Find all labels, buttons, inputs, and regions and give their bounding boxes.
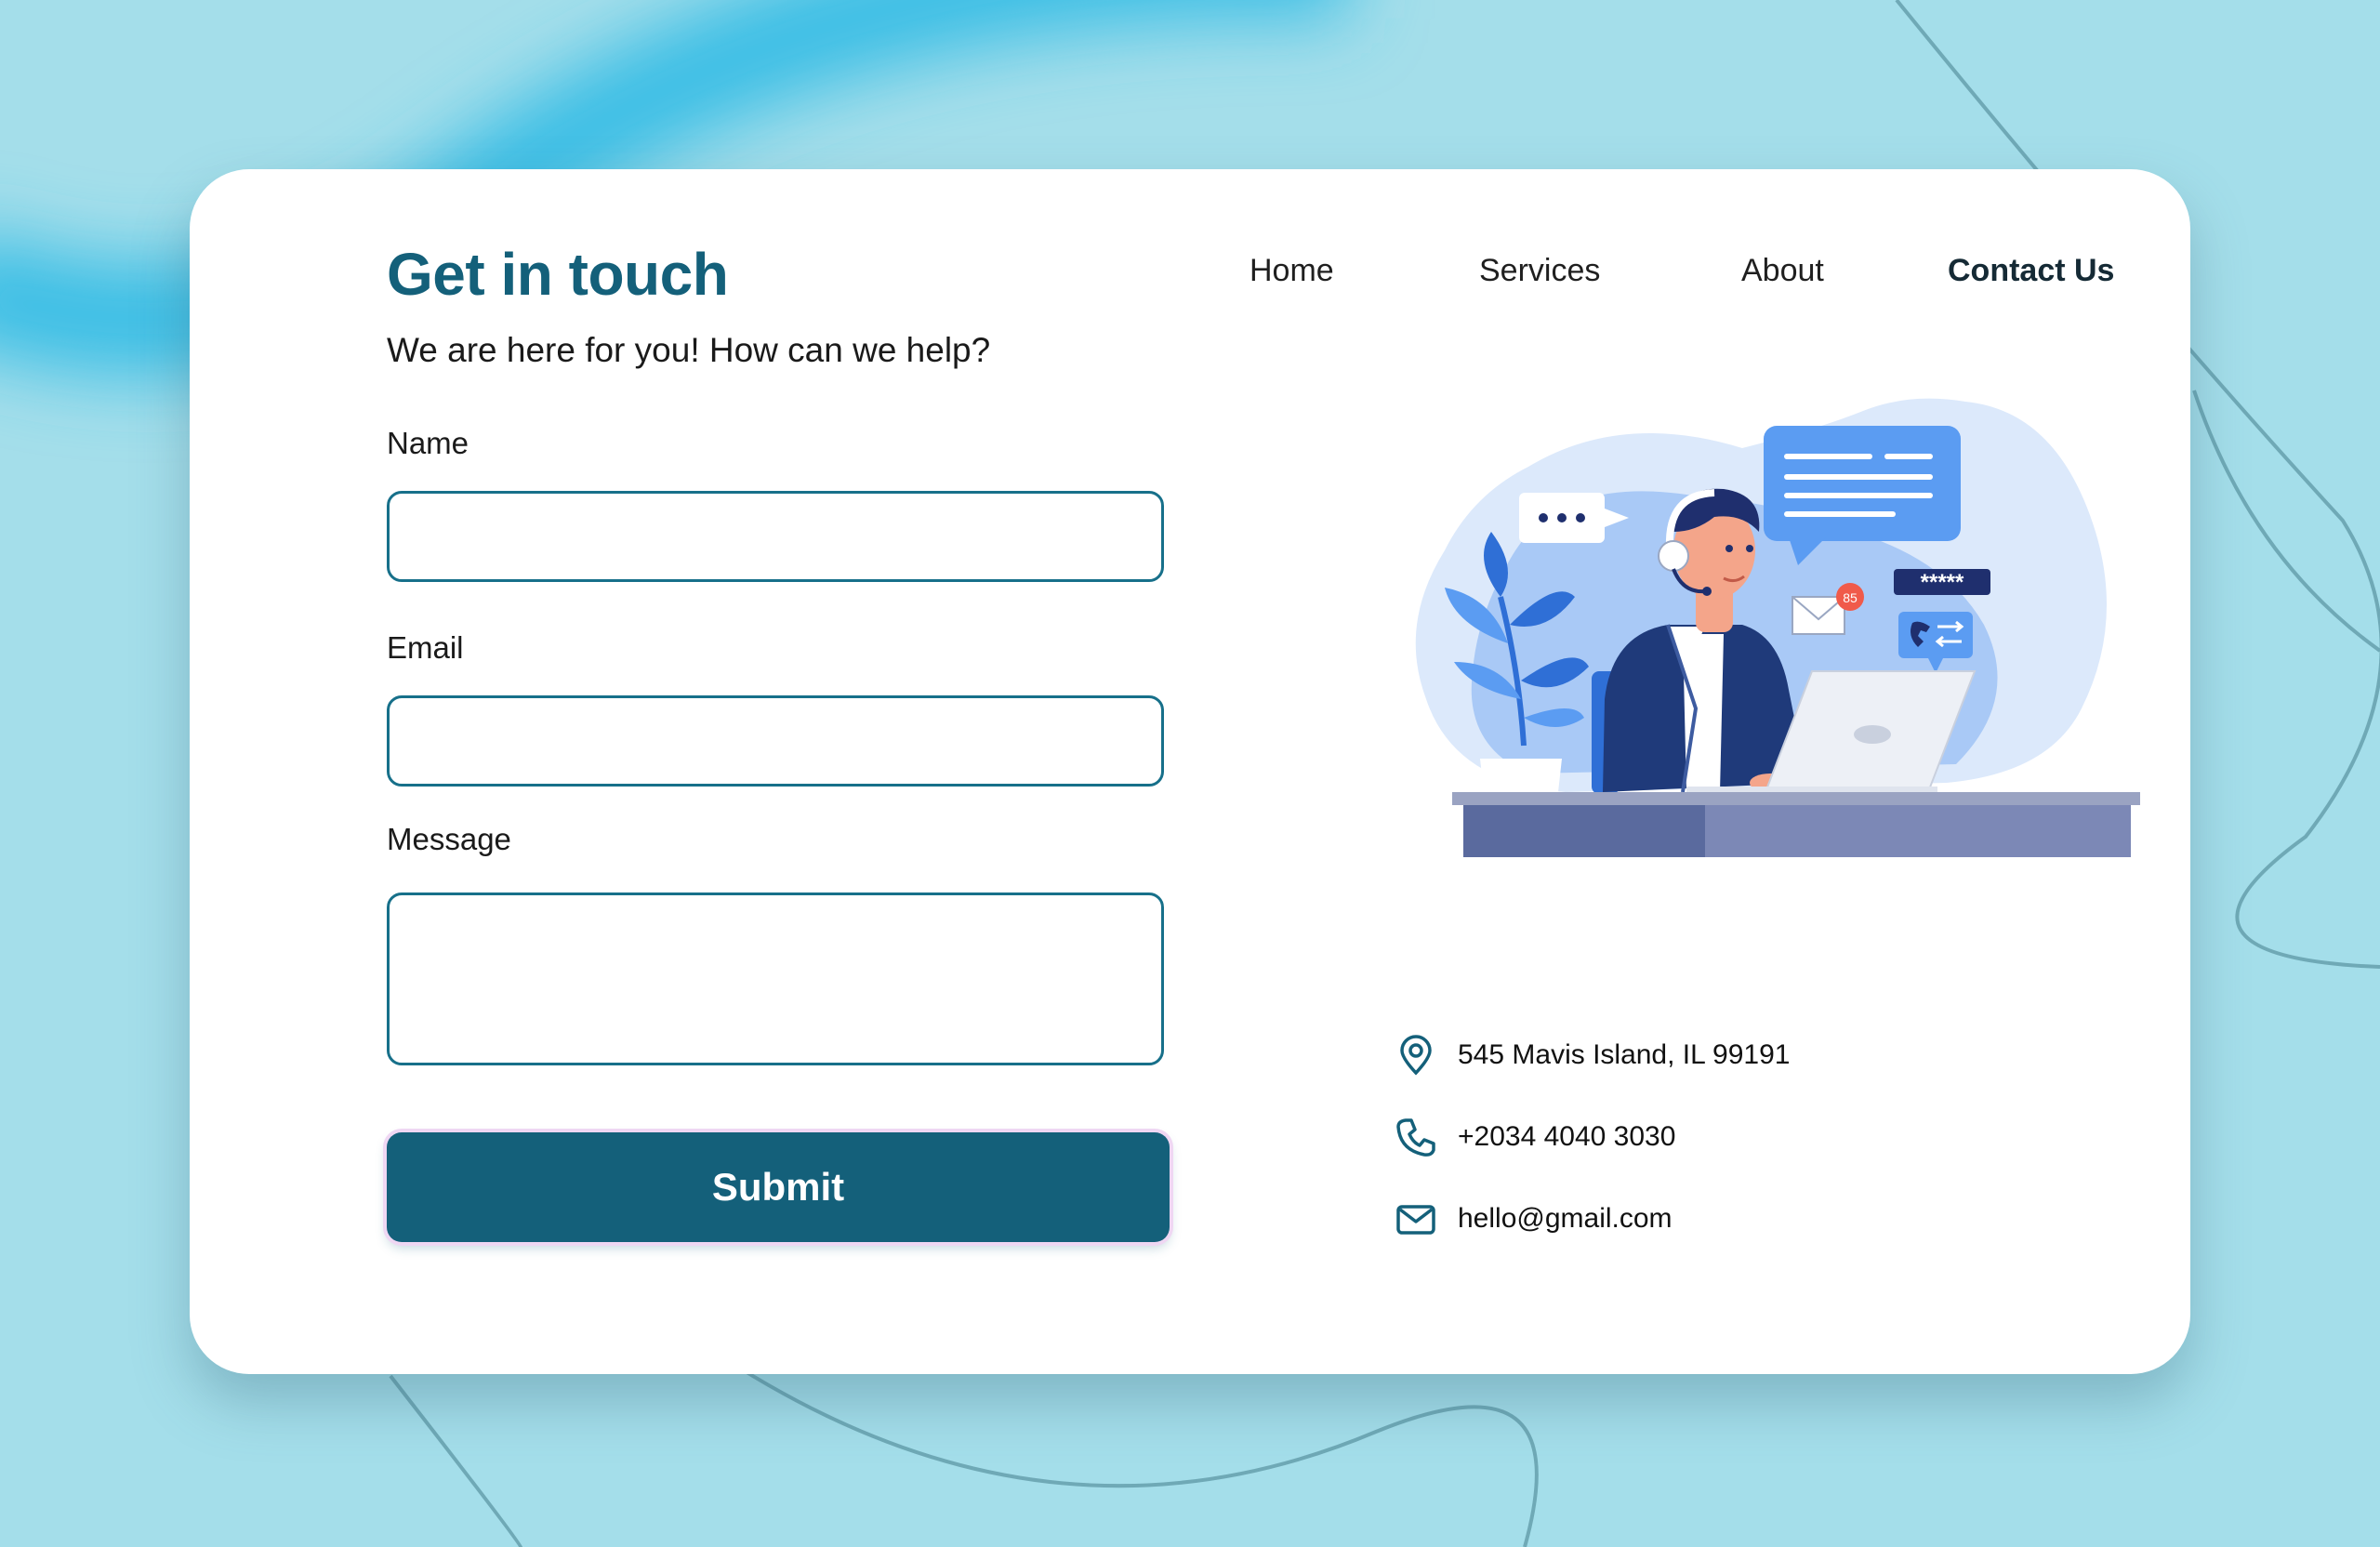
name-field[interactable] <box>387 491 1164 582</box>
email-field[interactable] <box>387 695 1164 787</box>
email-label: Email <box>387 630 464 665</box>
password-badge: ***** <box>1894 569 1990 595</box>
nav-item-contact-us[interactable]: Contact Us <box>1948 253 2114 289</box>
name-label: Name <box>387 426 469 460</box>
page-subtitle: We are here for you! How can we help? <box>387 331 991 369</box>
top-nav: Home Services About Contact Us <box>190 253 2190 309</box>
mail-icon <box>1396 1205 1435 1235</box>
nav-item-services[interactable]: Services <box>1479 253 1600 289</box>
location-pin-icon <box>1400 1035 1432 1076</box>
contact-email[interactable]: hello@gmail.com <box>1458 1203 1673 1235</box>
submit-button[interactable]: Submit <box>387 1132 1170 1242</box>
contact-phone[interactable]: +2034 4040 3030 <box>1458 1121 1675 1153</box>
support-agent-illustration: ***** 85 <box>1415 398 2140 857</box>
message-label: Message <box>387 822 511 856</box>
phone-icon <box>1396 1118 1435 1157</box>
message-field[interactable] <box>387 892 1164 1065</box>
password-mask-text: ***** <box>1921 570 1964 595</box>
notification-count: 85 <box>1843 590 1858 605</box>
desk-icon <box>1452 792 2140 857</box>
nav-item-about[interactable]: About <box>1741 253 1824 289</box>
contact-card: Get in touch We are here for you! How ca… <box>190 169 2190 1374</box>
nav-item-home[interactable]: Home <box>1250 253 1334 289</box>
contact-address: 545 Mavis Island, IL 99191 <box>1458 1039 1791 1070</box>
